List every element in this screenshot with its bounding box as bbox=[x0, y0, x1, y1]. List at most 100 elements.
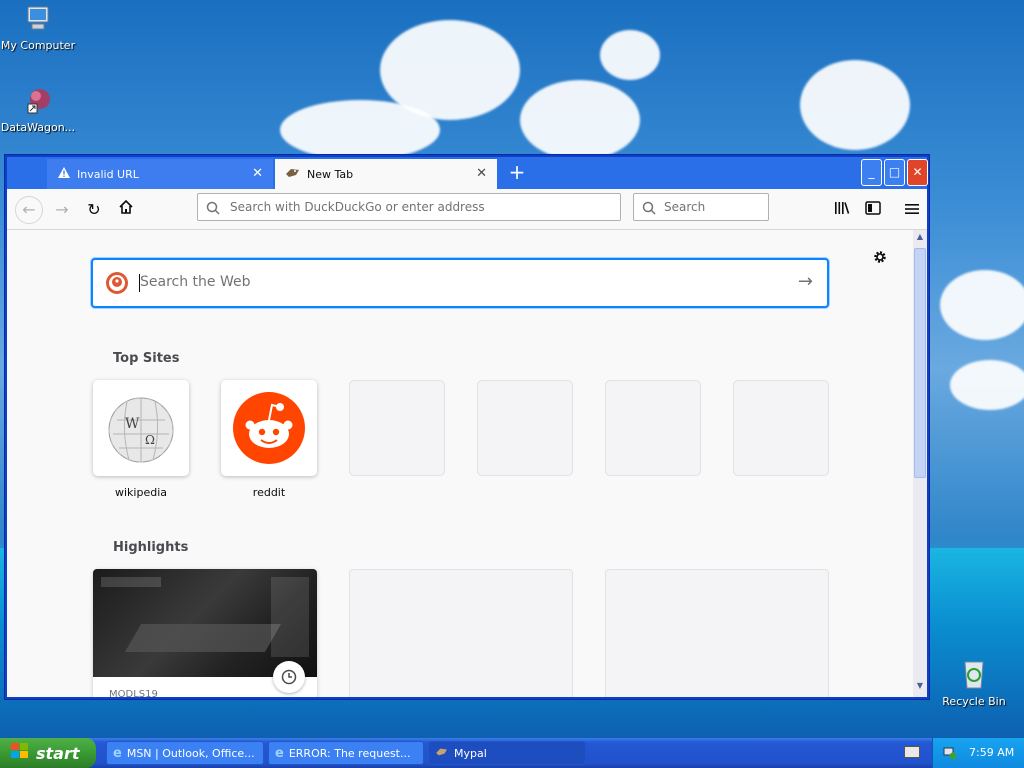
minimize-button[interactable]: _ bbox=[861, 159, 882, 186]
windows-logo-icon bbox=[10, 742, 30, 764]
cloud bbox=[520, 80, 640, 160]
highlight-empty-slot bbox=[349, 569, 573, 697]
highlight-card-modls19[interactable]: MODLS19 bbox=[93, 569, 317, 697]
search-submit-arrow-icon[interactable]: → bbox=[798, 271, 813, 292]
taskbar-item-label: Mypal bbox=[454, 746, 487, 760]
history-clock-badge bbox=[273, 661, 305, 693]
search-icon bbox=[642, 200, 656, 219]
scrollbar-thumb[interactable] bbox=[914, 248, 926, 478]
top-site-tile-wikipedia[interactable]: WΩ bbox=[93, 380, 189, 476]
taskbar-item-mypal[interactable]: Mypal bbox=[428, 741, 586, 765]
ie-icon: e bbox=[275, 745, 284, 761]
top-site-empty-slot bbox=[477, 380, 573, 476]
top-site-empty-slot bbox=[605, 380, 701, 476]
tab-strip: Invalid URL ✕ New Tab ✕ + _ □ ✕ bbox=[7, 157, 928, 189]
top-site-tile-reddit[interactable] bbox=[221, 380, 317, 476]
navigation-toolbar: ← → ↻ Search with DuckDuckGo or enter ad… bbox=[7, 189, 927, 230]
clock[interactable]: 7:59 AM bbox=[969, 746, 1014, 759]
sidebar-icon bbox=[865, 200, 881, 219]
maximize-icon: □ bbox=[888, 165, 901, 179]
network-tray-icon[interactable] bbox=[943, 746, 957, 763]
hamburger-menu-icon bbox=[905, 200, 919, 219]
desktop-icon-label: Recycle Bin bbox=[942, 695, 1006, 708]
minimize-icon: _ bbox=[868, 165, 875, 179]
start-label: start bbox=[36, 743, 80, 763]
reload-icon: ↻ bbox=[87, 200, 101, 219]
start-button[interactable]: start bbox=[0, 738, 96, 768]
thumbnail-panel bbox=[271, 577, 309, 657]
new-tab-page: Search the Web → Top Sites WΩ wikipedia … bbox=[7, 230, 913, 697]
svg-text:W: W bbox=[125, 416, 140, 432]
forward-arrow-icon: → bbox=[55, 200, 69, 219]
search-icon bbox=[206, 200, 220, 219]
tab-new-tab[interactable]: New Tab ✕ bbox=[275, 159, 497, 189]
library-button[interactable] bbox=[829, 197, 855, 223]
highlight-empty-slot bbox=[605, 569, 829, 697]
forward-button[interactable]: → bbox=[49, 197, 75, 223]
back-button[interactable]: ← bbox=[15, 196, 43, 224]
thumbnail-panel bbox=[101, 577, 161, 587]
taskbar-item-error[interactable]: e ERROR: The request... bbox=[268, 741, 424, 765]
menu-button[interactable] bbox=[899, 197, 925, 223]
desktop-icon-label: DataWagon... bbox=[0, 121, 76, 134]
close-tab-icon[interactable]: ✕ bbox=[252, 166, 263, 181]
home-icon bbox=[118, 199, 134, 219]
recycle-bin-icon bbox=[932, 656, 1016, 693]
svg-text:Ω: Ω bbox=[145, 433, 155, 447]
tab-invalid-url[interactable]: Invalid URL ✕ bbox=[47, 159, 273, 189]
cloud bbox=[280, 100, 440, 160]
duckduckgo-icon bbox=[105, 271, 129, 299]
settings-gear-button[interactable] bbox=[871, 248, 891, 268]
top-site-label: wikipedia bbox=[114, 486, 167, 499]
address-bar[interactable]: Search with DuckDuckGo or enter address bbox=[197, 193, 621, 221]
home-button[interactable] bbox=[113, 197, 139, 223]
taskbar-item-label: MSN | Outlook, Office... bbox=[126, 746, 255, 760]
top-sites-heading: Top Sites bbox=[113, 351, 180, 366]
taskbar-item-label: ERROR: The request... bbox=[288, 746, 411, 760]
reload-button[interactable]: ↻ bbox=[81, 197, 107, 223]
desktop-icon-label: My Computer bbox=[0, 39, 76, 52]
mypal-icon bbox=[435, 747, 449, 760]
ie-icon: e bbox=[113, 745, 122, 761]
system-tray: 7:59 AM bbox=[932, 738, 1024, 768]
cloud bbox=[800, 60, 910, 150]
cloud bbox=[600, 30, 660, 80]
address-placeholder: Search with DuckDuckGo or enter address bbox=[230, 200, 485, 214]
desktop-icon-my-computer[interactable]: My Computer bbox=[0, 4, 80, 52]
cloud bbox=[940, 270, 1024, 340]
computer-icon bbox=[0, 4, 80, 37]
new-tab-button[interactable]: + bbox=[505, 159, 529, 187]
sidebar-button[interactable] bbox=[860, 197, 886, 223]
taskbar-item-msn[interactable]: e MSN | Outlook, Office... bbox=[106, 741, 264, 765]
tab-label: Invalid URL bbox=[77, 167, 139, 181]
desktop-icon-recycle-bin[interactable]: Recycle Bin bbox=[932, 656, 1016, 708]
tab-label: New Tab bbox=[307, 167, 354, 181]
mypal-icon bbox=[285, 167, 301, 182]
warning-icon bbox=[57, 166, 71, 182]
close-tab-icon[interactable]: ✕ bbox=[476, 166, 487, 181]
clock-icon bbox=[281, 669, 297, 689]
thumbnail-floor bbox=[124, 624, 282, 652]
search-bar[interactable]: Search bbox=[633, 193, 769, 221]
keyboard-language-icon[interactable] bbox=[904, 746, 920, 758]
scroll-down-arrow-icon[interactable]: ▼ bbox=[914, 681, 926, 693]
datawagon-icon bbox=[0, 86, 80, 119]
close-window-button[interactable]: ✕ bbox=[907, 159, 928, 186]
web-search-box[interactable]: Search the Web → bbox=[91, 258, 829, 308]
close-icon: ✕ bbox=[912, 165, 923, 179]
search-placeholder: Search bbox=[664, 200, 706, 214]
top-site-label: reddit bbox=[252, 486, 286, 499]
maximize-button[interactable]: □ bbox=[884, 159, 905, 186]
browser-window: Invalid URL ✕ New Tab ✕ + _ □ ✕ ← → ↻ Se… bbox=[4, 154, 930, 700]
gear-icon bbox=[871, 251, 889, 270]
desktop-icon-datawagon[interactable]: DataWagon... bbox=[0, 86, 80, 134]
top-site-empty-slot bbox=[349, 380, 445, 476]
reddit-icon bbox=[233, 392, 305, 468]
cloud bbox=[950, 360, 1024, 410]
top-site-empty-slot bbox=[733, 380, 829, 476]
vertical-scrollbar[interactable]: ▲ ▼ bbox=[913, 230, 927, 697]
highlight-label: MODLS19 bbox=[109, 689, 158, 697]
web-search-placeholder: Search the Web bbox=[140, 274, 251, 290]
library-icon bbox=[834, 200, 850, 219]
scroll-up-arrow-icon[interactable]: ▲ bbox=[914, 232, 926, 244]
